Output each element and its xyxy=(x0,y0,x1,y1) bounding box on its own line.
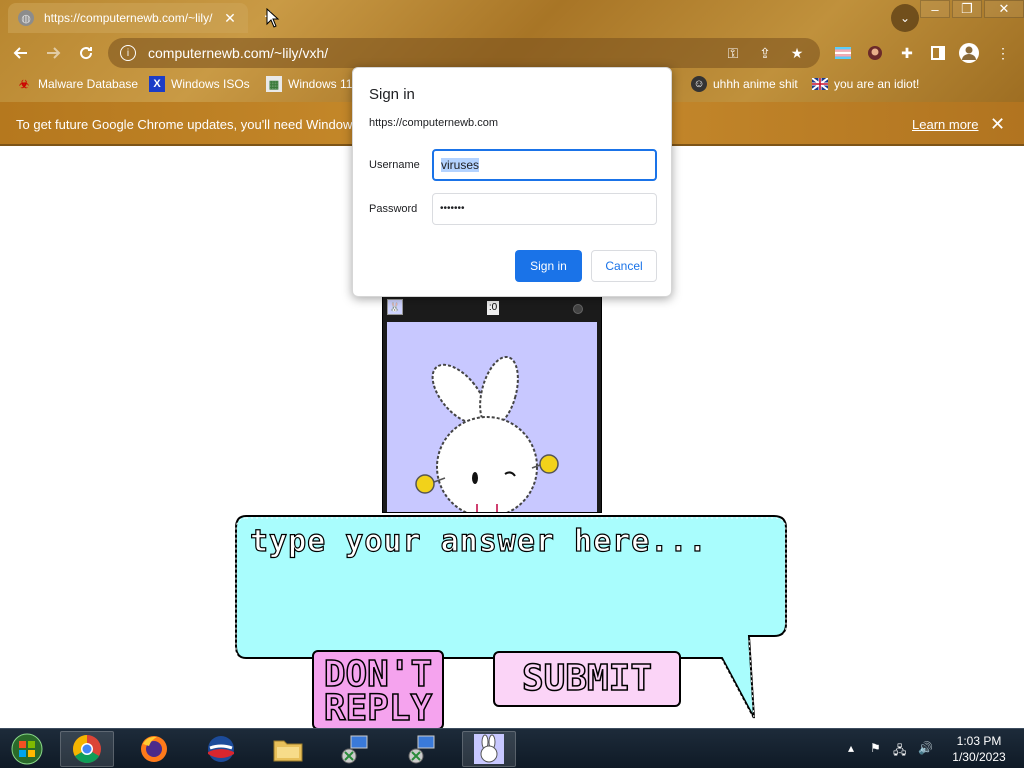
bunny-counter: :0 xyxy=(487,301,499,315)
address-bar[interactable]: i computernewb.com/~lily/vxh/ ⚿ ⇪ ★ xyxy=(108,38,820,68)
bunny-canvas xyxy=(387,322,597,512)
extension-flag-icon[interactable] xyxy=(832,42,854,64)
bunny-illustration xyxy=(415,355,559,512)
profile-icon[interactable] xyxy=(958,42,980,64)
folder-icon xyxy=(273,740,303,762)
password-field[interactable]: ••••••• xyxy=(432,193,657,225)
tab-close-button[interactable]: ✕ xyxy=(222,10,238,27)
address-url: computernewb.com/~lily/vxh/ xyxy=(148,45,329,61)
infobar-close-button[interactable]: ✕ xyxy=(990,114,1005,135)
forward-button[interactable] xyxy=(40,40,66,66)
mouse-cursor-icon xyxy=(266,8,280,28)
bookmark-you-are-an-idiot[interactable]: you are an idiot! xyxy=(812,76,919,92)
taskbar-file-explorer[interactable] xyxy=(261,731,315,767)
start-orb-icon xyxy=(11,733,43,765)
x-icon: X xyxy=(149,76,165,92)
taskbar-firefox[interactable] xyxy=(127,731,181,767)
volume-icon[interactable]: 🔊 xyxy=(918,741,933,755)
clock-date: 1/30/2023 xyxy=(952,750,1006,764)
site-info-icon[interactable]: i xyxy=(120,45,136,61)
learn-more-link[interactable]: Learn more xyxy=(912,117,978,132)
globe-icon: ◍ xyxy=(18,10,34,26)
window-controls: – ❐ ✕ xyxy=(918,0,1024,20)
extension-avatar-icon[interactable] xyxy=(864,42,886,64)
bunny-window-titlebar[interactable]: 🐰 :0 xyxy=(383,296,601,320)
bunny-window: 🐰 :0 xyxy=(382,295,602,513)
share-icon[interactable]: ⇪ xyxy=(754,45,776,62)
taskbar-obama[interactable] xyxy=(194,731,248,767)
tab-search-button[interactable]: ⌄ xyxy=(891,4,919,32)
sign-in-button[interactable]: Sign in xyxy=(515,250,582,282)
bookmark-windows-isos[interactable]: X Windows ISOs xyxy=(149,76,250,92)
taskbar-network-2[interactable] xyxy=(395,731,449,767)
browser-toolbar: i computernewb.com/~lily/vxh/ ⚿ ⇪ ★ ✚ ⋮ xyxy=(0,36,1024,70)
minimize-button[interactable]: – xyxy=(920,0,950,18)
tab-title: https://computernewb.com/~lily/ xyxy=(44,11,213,25)
username-value: viruses xyxy=(441,158,480,172)
action-center-flag-icon[interactable]: ⚑ xyxy=(870,741,881,755)
restore-button[interactable]: ❐ xyxy=(952,0,982,18)
reload-button[interactable] xyxy=(73,40,99,66)
arrow-right-icon xyxy=(47,47,61,59)
taskbar: ▴ ⚑ 🖧 🔊 1:03 PM 1/30/2023 xyxy=(0,728,1024,768)
password-value: ••••••• xyxy=(440,203,465,214)
bookmark-star-icon[interactable]: ★ xyxy=(786,45,808,62)
obama-logo-icon xyxy=(208,736,234,762)
taskbar-network-1[interactable] xyxy=(328,731,382,767)
anime-icon: ☺ xyxy=(691,76,707,92)
cancel-button[interactable]: Cancel xyxy=(591,250,657,282)
bunny-app-icon: 🐰 xyxy=(387,299,403,315)
dialog-origin: https://computernewb.com xyxy=(369,117,499,129)
bookmark-anime[interactable]: ☺ uhhh anime shit xyxy=(691,76,798,92)
dont-reply-button[interactable]: DON'T REPLY xyxy=(312,650,444,730)
key-icon[interactable]: ⚿ xyxy=(722,45,744,62)
malware-icon: ☣ xyxy=(19,78,29,91)
bookmark-malware-database[interactable]: ☣ Malware Database xyxy=(16,76,138,92)
infobar-message: To get future Google Chrome updates, you… xyxy=(16,117,370,132)
sign-in-dialog: Sign in https://computernewb.com Usernam… xyxy=(352,67,672,297)
close-window-button[interactable]: ✕ xyxy=(984,0,1024,18)
side-panel-icon[interactable] xyxy=(927,42,949,64)
answer-input[interactable]: type your answer here... xyxy=(249,523,707,559)
network-computer-icon-2 xyxy=(408,735,435,764)
browser-tab[interactable]: ◍ https://computernewb.com/~lily/ ✕ xyxy=(8,3,248,33)
puzzle-icon[interactable]: ✚ xyxy=(896,42,918,64)
bookmark-windows-11[interactable]: ▦ Windows 11 xyxy=(266,76,352,92)
menu-kebab-icon[interactable]: ⋮ xyxy=(992,42,1014,64)
password-label: Password xyxy=(369,203,418,215)
tab-strip: ◍ https://computernewb.com/~lily/ ✕ + ⌄ … xyxy=(0,0,1024,36)
chrome-icon xyxy=(73,735,101,763)
taskbar-chrome[interactable] xyxy=(60,731,114,767)
firefox-icon xyxy=(141,736,167,762)
dialog-title: Sign in xyxy=(369,86,415,103)
image-icon: ▦ xyxy=(266,76,282,92)
flag-icon xyxy=(812,76,828,92)
bunny-icon xyxy=(474,734,504,764)
username-label: Username xyxy=(369,159,420,171)
reload-icon xyxy=(80,47,93,60)
username-field[interactable]: viruses xyxy=(432,149,657,181)
arrow-left-icon xyxy=(13,47,27,59)
network-tray-icon[interactable]: 🖧 xyxy=(893,741,906,762)
start-button[interactable] xyxy=(0,731,54,767)
bunny-window-button[interactable] xyxy=(573,304,583,314)
network-computer-icon xyxy=(341,735,368,764)
tray-expand-icon[interactable]: ▴ xyxy=(848,741,854,755)
back-button[interactable] xyxy=(8,40,34,66)
clock-time: 1:03 PM xyxy=(956,734,1002,748)
taskbar-bunny[interactable] xyxy=(462,731,516,767)
taskbar-clock[interactable]: 1:03 PM 1/30/2023 xyxy=(944,733,1014,765)
submit-button[interactable]: SUBMIT xyxy=(493,651,681,707)
